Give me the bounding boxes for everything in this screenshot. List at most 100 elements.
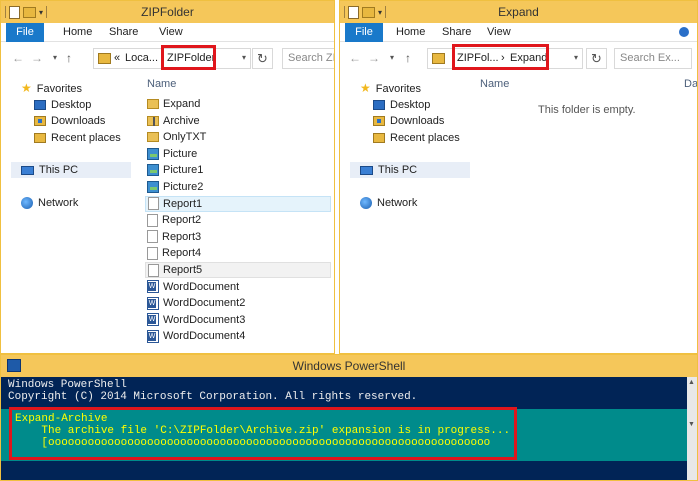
nav-favorites[interactable]: ★ Favorites bbox=[21, 81, 82, 96]
text-document-icon bbox=[148, 197, 159, 211]
scroll-up-icon[interactable]: ▲ bbox=[688, 379, 695, 386]
tab-home[interactable]: Home bbox=[396, 26, 425, 38]
nav-label: This PC bbox=[378, 164, 418, 176]
nav-network[interactable]: Network bbox=[360, 195, 417, 210]
forward-arrow-icon[interactable]: → bbox=[30, 51, 44, 65]
file-name: Picture bbox=[163, 147, 198, 160]
desktop-icon bbox=[34, 99, 46, 110]
nav-label: Desktop bbox=[390, 98, 431, 111]
word-document-icon bbox=[147, 280, 159, 294]
nav-favorites[interactable]: ★ Favorites bbox=[360, 81, 421, 96]
help-icon[interactable] bbox=[679, 27, 689, 37]
file-list: Name Expand Archive OnlyTXT Picture Picture1… bbox=[136, 74, 334, 353]
file-item[interactable]: Picture bbox=[145, 146, 197, 162]
tab-home[interactable]: Home bbox=[63, 26, 92, 38]
nav-label: Network bbox=[377, 196, 418, 209]
file-item[interactable]: Report2 bbox=[145, 212, 201, 228]
network-icon bbox=[21, 196, 33, 209]
window-title: ZIPFolder bbox=[141, 5, 194, 19]
nav-downloads[interactable]: Downloads bbox=[34, 113, 105, 128]
nav-this-pc[interactable]: This PC bbox=[350, 162, 470, 178]
title-bar[interactable]: ▾ ZIPFolder bbox=[1, 1, 334, 23]
scrollbar[interactable]: ▲ ▼ bbox=[687, 377, 697, 480]
file-item[interactable]: Report4 bbox=[145, 245, 201, 261]
file-item[interactable]: Report5 bbox=[145, 262, 331, 278]
downloads-icon bbox=[34, 115, 46, 126]
file-name: Report1 bbox=[163, 197, 203, 210]
file-name: WordDocument4 bbox=[163, 330, 246, 343]
refresh-button[interactable]: ↻ bbox=[252, 48, 273, 69]
file-name: Picture1 bbox=[163, 164, 204, 177]
highlight-box-zipfolder bbox=[161, 45, 216, 70]
forward-arrow-icon[interactable]: → bbox=[367, 51, 381, 65]
tab-share[interactable]: Share bbox=[442, 26, 471, 38]
star-icon: ★ bbox=[360, 81, 371, 95]
file-name: Archive bbox=[163, 114, 200, 127]
back-arrow-icon[interactable]: ← bbox=[11, 51, 25, 65]
nav-desktop[interactable]: Desktop bbox=[373, 97, 430, 112]
file-item[interactable]: WordDocument bbox=[145, 279, 239, 295]
nav-label: Downloads bbox=[51, 114, 106, 127]
search-input[interactable]: Search Ex... bbox=[614, 48, 692, 69]
file-item[interactable]: Picture2 bbox=[145, 179, 203, 195]
file-item[interactable]: Report3 bbox=[145, 229, 201, 245]
nav-this-pc[interactable]: This PC bbox=[11, 162, 131, 178]
nav-desktop[interactable]: Desktop bbox=[34, 97, 91, 112]
nav-recent-places[interactable]: Recent places bbox=[373, 130, 460, 145]
back-arrow-icon[interactable]: ← bbox=[348, 51, 362, 65]
file-item[interactable]: WordDocument4 bbox=[145, 328, 245, 344]
file-item[interactable]: Picture1 bbox=[145, 162, 203, 178]
nav-recent-places[interactable]: Recent places bbox=[34, 130, 121, 145]
nav-network[interactable]: Network bbox=[21, 195, 78, 210]
address-dropdown-icon[interactable]: ▾ bbox=[574, 53, 578, 62]
refresh-button[interactable]: ↻ bbox=[586, 48, 607, 69]
desktop-icon bbox=[373, 99, 385, 110]
breadcrumb-prefix[interactable]: « bbox=[114, 52, 120, 64]
search-input[interactable]: Search ZI... bbox=[282, 48, 334, 69]
tab-file[interactable]: File bbox=[6, 23, 44, 42]
tab-share[interactable]: Share bbox=[109, 26, 138, 38]
file-item[interactable]: Archive bbox=[145, 113, 200, 129]
file-item[interactable]: WordDocument2 bbox=[145, 295, 245, 311]
zip-folder-icon bbox=[147, 115, 159, 126]
nav-label: Downloads bbox=[390, 114, 445, 127]
up-arrow-icon[interactable]: ↑ bbox=[62, 51, 76, 65]
column-header-name[interactable]: Name bbox=[147, 78, 176, 90]
tab-file[interactable]: File bbox=[345, 23, 383, 42]
breadcrumb-parent[interactable]: Loca... bbox=[125, 52, 158, 64]
file-name: Report3 bbox=[162, 230, 202, 243]
nav-downloads[interactable]: Downloads bbox=[373, 113, 444, 128]
tab-view[interactable]: View bbox=[487, 26, 511, 38]
folder-icon bbox=[98, 53, 111, 64]
nav-label: Recent places bbox=[390, 131, 460, 144]
column-header-name[interactable]: Name bbox=[480, 78, 509, 90]
console-output[interactable]: Windows PowerShell Copyright (C) 2014 Mic… bbox=[8, 379, 685, 403]
title-bar[interactable]: ▾ Expand bbox=[340, 1, 697, 23]
recent-locations-icon[interactable]: ▾ bbox=[48, 51, 62, 65]
file-item[interactable]: OnlyTXT bbox=[145, 129, 206, 145]
word-document-icon bbox=[147, 329, 159, 343]
highlight-box-progress bbox=[9, 407, 517, 460]
column-header-date[interactable]: Da bbox=[684, 78, 697, 90]
file-name: OnlyTXT bbox=[163, 131, 207, 144]
text-document-icon bbox=[147, 213, 158, 227]
scroll-down-icon[interactable]: ▼ bbox=[688, 421, 695, 428]
console-line: Copyright (C) 2014 Microsoft Corporation… bbox=[8, 391, 418, 403]
file-item[interactable]: Report1 bbox=[145, 195, 331, 212]
nav-label: Desktop bbox=[51, 98, 92, 111]
navigation-pane: ★ Favorites Desktop Downloads Recent plac… bbox=[340, 74, 472, 353]
window-title: Windows PowerShell bbox=[292, 359, 406, 373]
nav-label: Network bbox=[38, 196, 79, 209]
tab-view[interactable]: View bbox=[159, 26, 183, 38]
folder-icon bbox=[147, 132, 159, 143]
text-document-icon bbox=[148, 263, 159, 277]
powershell-window: Windows PowerShell Windows PowerShell Cop… bbox=[0, 354, 698, 481]
file-item[interactable]: Expand bbox=[145, 96, 200, 112]
recent-locations-icon[interactable]: ▾ bbox=[385, 51, 399, 65]
up-arrow-icon[interactable]: ↑ bbox=[401, 51, 415, 65]
title-bar[interactable]: Windows PowerShell bbox=[1, 355, 697, 377]
file-item[interactable]: WordDocument3 bbox=[145, 312, 245, 328]
word-document-icon bbox=[147, 313, 159, 327]
computer-icon bbox=[360, 165, 373, 175]
address-dropdown-icon[interactable]: ▾ bbox=[242, 53, 246, 62]
